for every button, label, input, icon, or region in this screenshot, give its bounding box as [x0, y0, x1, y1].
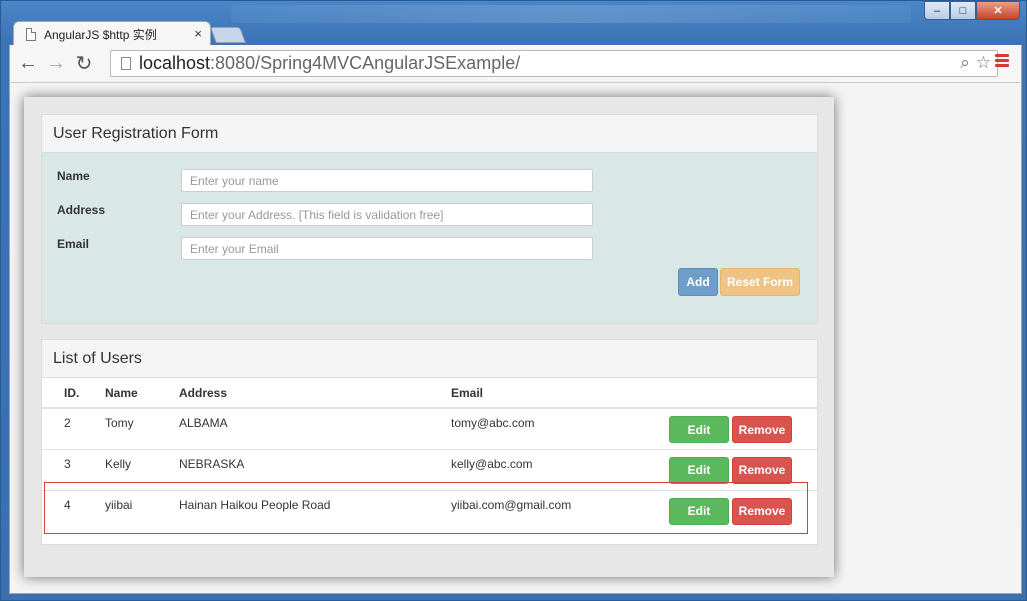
edit-button[interactable]: Edit [669, 497, 729, 525]
cell-id: 2 [42, 407, 105, 449]
name-row: Name [57, 169, 597, 193]
back-arrow-icon[interactable]: ← [14, 50, 42, 78]
header-actions [669, 378, 819, 409]
cell-actions: Edit Remove [669, 489, 819, 531]
cell-id: 4 [42, 489, 105, 531]
email-row: Email [57, 237, 597, 261]
users-table: ID. Name Address Email 2 Tomy ALBAMA tom… [42, 378, 819, 531]
table-row: 2 Tomy ALBAMA tomy@abc.com Edit Remove [42, 407, 819, 449]
form-title: User Registration Form [42, 115, 817, 153]
cell-name: Kelly [105, 448, 179, 490]
address-row: Address [57, 203, 597, 227]
name-input[interactable] [181, 169, 593, 192]
browser-tab[interactable]: AngularJS $http 实例 × [13, 21, 211, 46]
remove-button[interactable]: Remove [732, 456, 792, 484]
zoom-icon[interactable]: ⌕ [960, 53, 970, 73]
page-icon [26, 27, 36, 41]
cell-address: Hainan Haikou People Road [179, 489, 451, 531]
name-label: Name [57, 169, 90, 183]
header-id: ID. [42, 378, 105, 409]
cell-actions: Edit Remove [669, 448, 819, 490]
page-icon [121, 57, 131, 70]
header-address: Address [179, 378, 451, 409]
table-header-row: ID. Name Address Email [42, 378, 819, 409]
url-text: localhost:8080/Spring4MVCAngularJSExampl… [139, 53, 521, 73]
edit-button[interactable]: Edit [669, 416, 729, 443]
page-content: User Registration Form Name Address Emai… [9, 82, 1022, 594]
email-label: Email [57, 237, 90, 251]
cell-name: yiibai [105, 489, 179, 531]
tab-title: AngularJS $http 实例 [44, 27, 157, 42]
cell-email: yiibai.com@gmail.com [451, 489, 669, 531]
users-panel: List of Users ID. Name Address Email 2 T… [41, 339, 819, 545]
address-label: Address [57, 203, 106, 217]
address-bar[interactable]: localhost:8080/Spring4MVCAngularJSExampl… [110, 50, 998, 77]
header-email: Email [451, 378, 669, 409]
reset-form-button[interactable]: Reset Form [720, 268, 800, 296]
cell-id: 3 [42, 448, 105, 490]
cell-address: NEBRASKA [179, 448, 451, 490]
background-blur [231, 5, 911, 23]
cell-name: Tomy [105, 407, 179, 449]
cell-address: ALBAMA [179, 407, 451, 449]
remove-button[interactable]: Remove [732, 497, 792, 525]
cell-email: tomy@abc.com [451, 407, 669, 449]
maximize-button[interactable]: □ [950, 1, 976, 20]
email-input[interactable] [181, 237, 593, 260]
remove-button[interactable]: Remove [732, 416, 792, 443]
menu-icon[interactable] [995, 54, 1009, 69]
header-name: Name [105, 378, 179, 409]
table-row: 3 Kelly NEBRASKA kelly@abc.com Edit Remo… [42, 448, 819, 490]
registration-form: Name Address Email Add Reset Form [42, 153, 817, 323]
minimize-button[interactable]: – [924, 1, 950, 20]
browser-window: AngularJS $http 实例 × – □ ✕ ← → ↻ localho… [0, 0, 1027, 601]
star-icon[interactable]: ☆ [976, 53, 991, 73]
cell-actions: Edit Remove [669, 407, 819, 449]
add-button[interactable]: Add [678, 268, 718, 296]
reload-icon[interactable]: ↻ [70, 50, 98, 78]
registration-panel: User Registration Form Name Address Emai… [41, 114, 818, 324]
close-window-button[interactable]: ✕ [976, 1, 1020, 20]
new-tab-button[interactable] [210, 27, 246, 43]
app-container: User Registration Form Name Address Emai… [24, 97, 834, 577]
cell-email: kelly@abc.com [451, 448, 669, 490]
forward-arrow-icon[interactable]: → [42, 50, 70, 78]
window-controls: – □ ✕ [924, 1, 1020, 20]
title-bar: AngularJS $http 实例 × – □ ✕ [1, 1, 1026, 46]
browser-toolbar: ← → ↻ localhost:8080/Spring4MVCAngularJS… [9, 45, 1022, 82]
table-row: 4 yiibai Hainan Haikou People Road yiiba… [42, 489, 819, 531]
tab-close-icon[interactable]: × [194, 26, 202, 41]
address-input[interactable] [181, 203, 593, 226]
list-title: List of Users [42, 340, 817, 378]
edit-button[interactable]: Edit [669, 456, 729, 484]
